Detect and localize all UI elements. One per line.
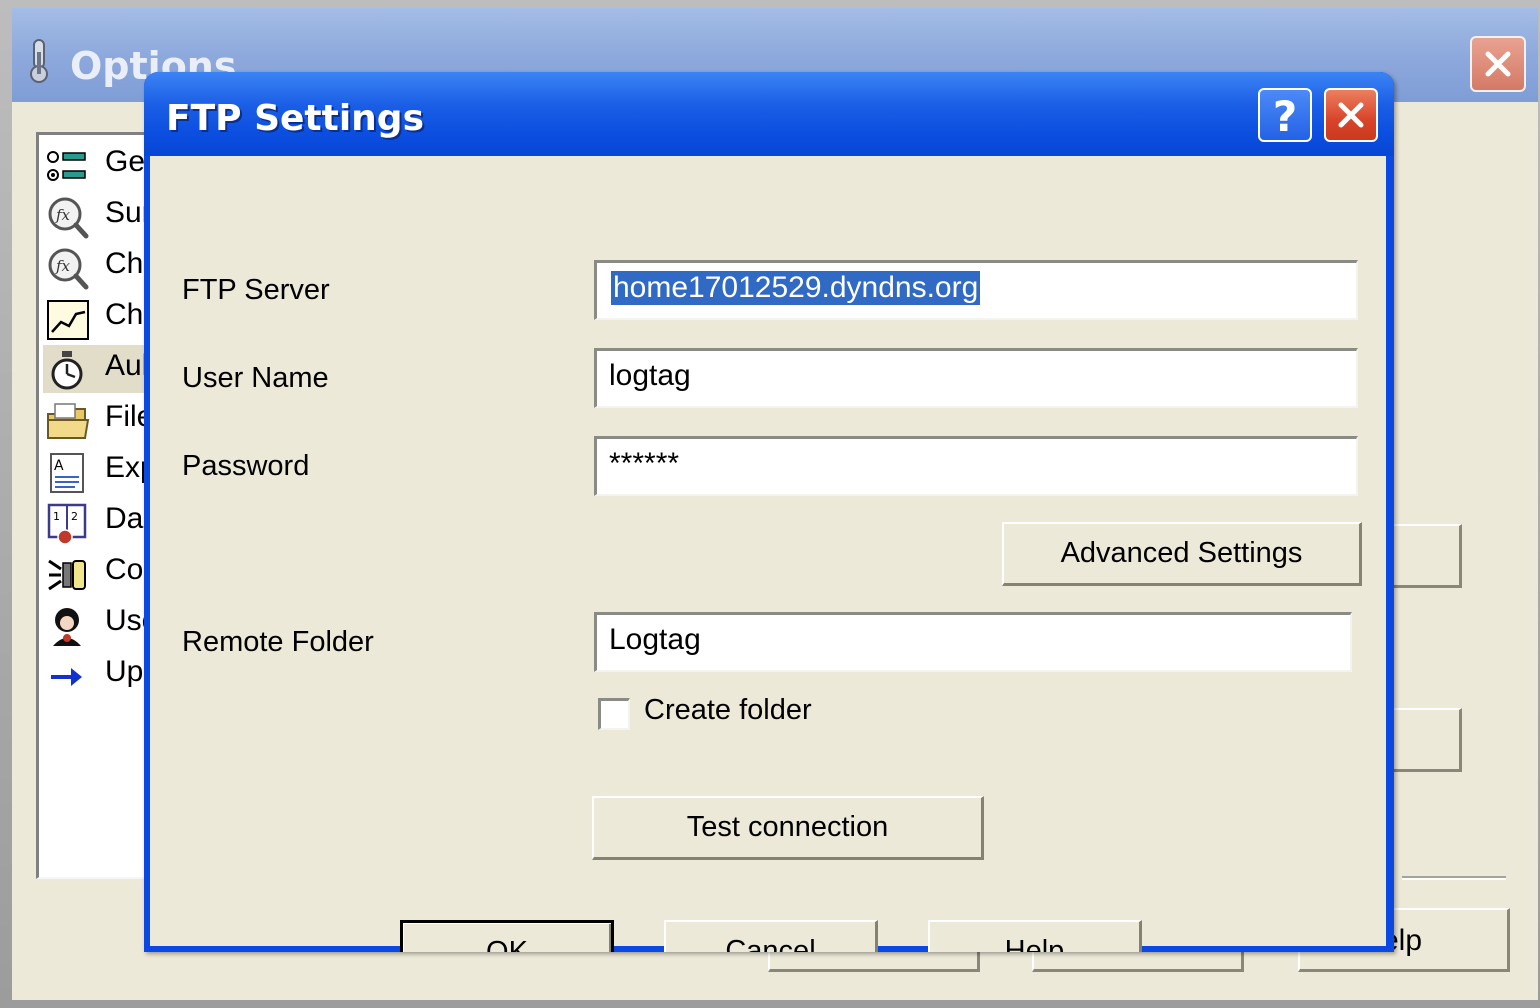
- password-input[interactable]: ******: [594, 436, 1358, 496]
- ftp-server-label: FTP Server: [182, 274, 330, 306]
- list-item-label: Aul: [105, 349, 149, 382]
- svg-text:fx: fx: [55, 206, 71, 224]
- user-icon: [53, 608, 81, 646]
- create-folder-label[interactable]: Create folder: [644, 694, 812, 727]
- password-value: ******: [609, 447, 680, 480]
- list-item-label: Ch: [105, 298, 144, 331]
- ok-button[interactable]: OK: [400, 920, 614, 952]
- list-item-label: Up: [105, 655, 144, 688]
- question-mark-icon: ?: [1272, 92, 1298, 141]
- options-divider: [1402, 876, 1506, 880]
- list-item-label: Co: [105, 553, 144, 586]
- user-name-value: logtag: [609, 359, 691, 392]
- ftp-settings-dialog: FTP Settings ? FTP Server home17012529.d…: [144, 72, 1394, 952]
- close-icon: [1338, 102, 1364, 128]
- radio-list-icon: [47, 151, 86, 181]
- ftp-dialog-body: FTP Server home17012529.dyndns.org User …: [150, 156, 1386, 952]
- advanced-settings-button[interactable]: Advanced Settings: [1002, 522, 1362, 586]
- ftp-dialog-titlebar[interactable]: FTP Settings ?: [144, 72, 1394, 156]
- function-magnifier-icon: fx: [48, 197, 89, 239]
- svg-text:2: 2: [71, 510, 78, 523]
- help-button[interactable]: Help: [928, 920, 1142, 952]
- user-name-label: User Name: [182, 362, 329, 394]
- folder-icon: [47, 403, 90, 439]
- ftp-server-input[interactable]: home17012529.dyndns.org: [594, 260, 1358, 320]
- remote-folder-label: Remote Folder: [182, 626, 374, 658]
- stopwatch-icon: [51, 351, 83, 390]
- calendar-icon: 1 2: [47, 503, 87, 545]
- password-label: Password: [182, 450, 310, 482]
- help-title-button[interactable]: ?: [1258, 88, 1312, 142]
- thermometer-app-icon: [30, 39, 48, 83]
- svg-text:fx: fx: [55, 257, 71, 275]
- arrow-right-icon: [51, 668, 82, 686]
- line-chart-icon: [47, 300, 89, 340]
- svg-text:1: 1: [53, 510, 60, 523]
- test-connection-button[interactable]: Test connection: [592, 796, 984, 860]
- close-icon: [1485, 51, 1511, 77]
- close-title-button[interactable]: [1324, 88, 1378, 142]
- ftp-dialog-title: FTP Settings: [166, 98, 424, 139]
- cancel-button[interactable]: Cancel: [664, 920, 878, 952]
- document-text-icon: A: [50, 453, 84, 493]
- create-folder-checkbox[interactable]: [598, 698, 630, 730]
- options-close-button[interactable]: [1470, 36, 1526, 92]
- list-item-label: Ch: [105, 247, 144, 280]
- remote-folder-value: Logtag: [609, 623, 701, 656]
- function-magnifier-icon: fx: [48, 248, 89, 290]
- remote-folder-input[interactable]: Logtag: [594, 612, 1352, 672]
- broadcast-icon: [48, 559, 86, 591]
- user-name-input[interactable]: logtag: [594, 348, 1358, 408]
- ftp-server-value: home17012529.dyndns.org: [611, 271, 981, 305]
- svg-text:A: A: [54, 458, 64, 474]
